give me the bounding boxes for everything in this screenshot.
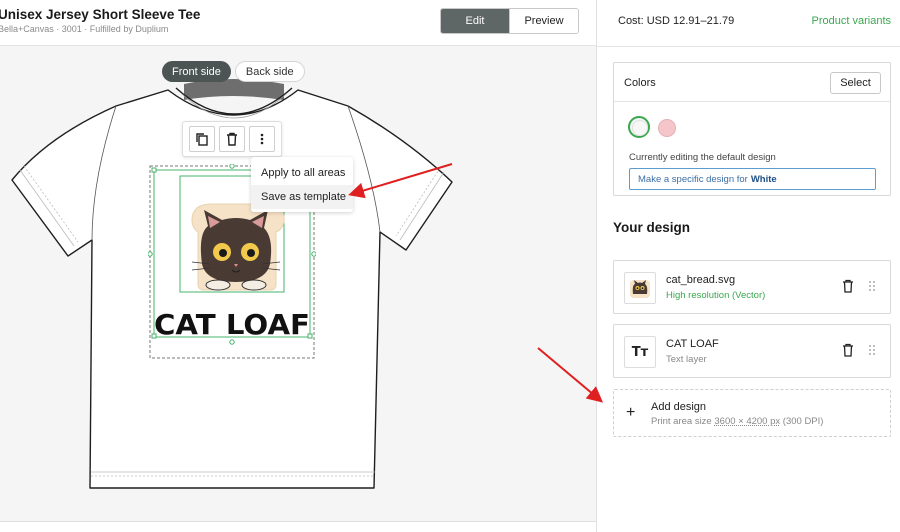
specific-prefix: Make a specific design for — [638, 173, 748, 185]
tab-back-side[interactable]: Back side — [234, 61, 305, 82]
layer-item[interactable]: cat_bread.svg High resolution (Vector) — [613, 260, 891, 314]
cost-range: Cost: USD 12.91–21.79 — [618, 15, 735, 27]
editing-status: Currently editing the default design — [629, 152, 776, 163]
duplicate-button[interactable] — [189, 126, 215, 152]
layer-toolbar — [182, 121, 282, 157]
delete-button[interactable] — [219, 126, 245, 152]
your-design-heading: Your design — [613, 220, 691, 235]
edit-button[interactable]: Edit — [441, 9, 509, 33]
layer-name: cat_bread.svg — [666, 274, 736, 286]
preview-button[interactable]: Preview — [509, 9, 578, 33]
make-specific-design-button[interactable]: Make a specific design for White — [629, 168, 876, 190]
layer-resolution: High resolution (Vector) — [666, 290, 766, 301]
swatch-pink[interactable] — [658, 119, 676, 137]
layer-thumbnail — [624, 272, 656, 304]
print-area-prefix: Print area size — [651, 416, 712, 427]
menu-apply-all-areas[interactable]: Apply to all areas — [251, 161, 353, 185]
print-area-size: Print area size 3600 × 4200 px (300 DPI) — [651, 416, 823, 427]
layer-name: CAT LOAF — [666, 338, 719, 350]
trash-icon — [227, 132, 237, 146]
layer-type: Text layer — [666, 354, 707, 365]
text-type-icon: Tт — [631, 344, 649, 360]
drag-handle-icon[interactable] — [868, 344, 876, 356]
layer-item[interactable]: Tт CAT LOAF Text layer — [613, 324, 891, 378]
editor-header: Unisex Jersey Short Sleeve Tee Bella+Can… — [0, 0, 596, 46]
more-options-button[interactable] — [249, 126, 275, 152]
add-design-button[interactable]: + Add design Print area size 3600 × 4200… — [613, 389, 891, 437]
view-toggle: Edit Preview — [440, 8, 579, 34]
product-variants-link[interactable]: Product variants — [812, 15, 891, 27]
cat-bread-thumbnail — [630, 280, 650, 298]
trash-icon[interactable] — [842, 343, 854, 357]
add-design-label: Add design — [651, 401, 707, 413]
more-vertical-icon — [260, 133, 264, 145]
tab-front-side[interactable]: Front side — [162, 61, 231, 82]
canvas-footer — [0, 521, 596, 532]
product-subtitle: Bella+Canvas · 3001 · Fulfilled by Dupli… — [0, 24, 169, 34]
more-options-menu: Apply to all areas Save as template — [251, 157, 353, 212]
colors-header: Colors Select — [614, 63, 890, 102]
select-colors-button[interactable]: Select — [830, 72, 881, 94]
colors-label: Colors — [624, 77, 656, 89]
product-title: Unisex Jersey Short Sleeve Tee — [0, 7, 201, 22]
artwork-text: CAT LOAF — [154, 308, 310, 341]
colors-card: Colors Select Currently editing the defa… — [613, 62, 891, 196]
text-layer-thumbnail: Tт — [624, 336, 656, 368]
specific-color: White — [750, 173, 777, 185]
panel-divider — [597, 46, 900, 47]
plus-icon: + — [626, 404, 636, 421]
print-area-dpi: (300 DPI) — [782, 416, 824, 427]
copy-icon — [196, 133, 208, 146]
print-area-dims: 3600 × 4200 px — [714, 416, 781, 427]
side-tabs: Front side Back side — [162, 61, 305, 82]
drag-handle-icon[interactable] — [868, 280, 876, 292]
right-panel: Cost: USD 12.91–21.79 Product variants C… — [596, 0, 900, 532]
menu-save-as-template[interactable]: Save as template — [251, 185, 353, 209]
trash-icon[interactable] — [842, 279, 854, 293]
swatch-white[interactable] — [628, 116, 650, 138]
